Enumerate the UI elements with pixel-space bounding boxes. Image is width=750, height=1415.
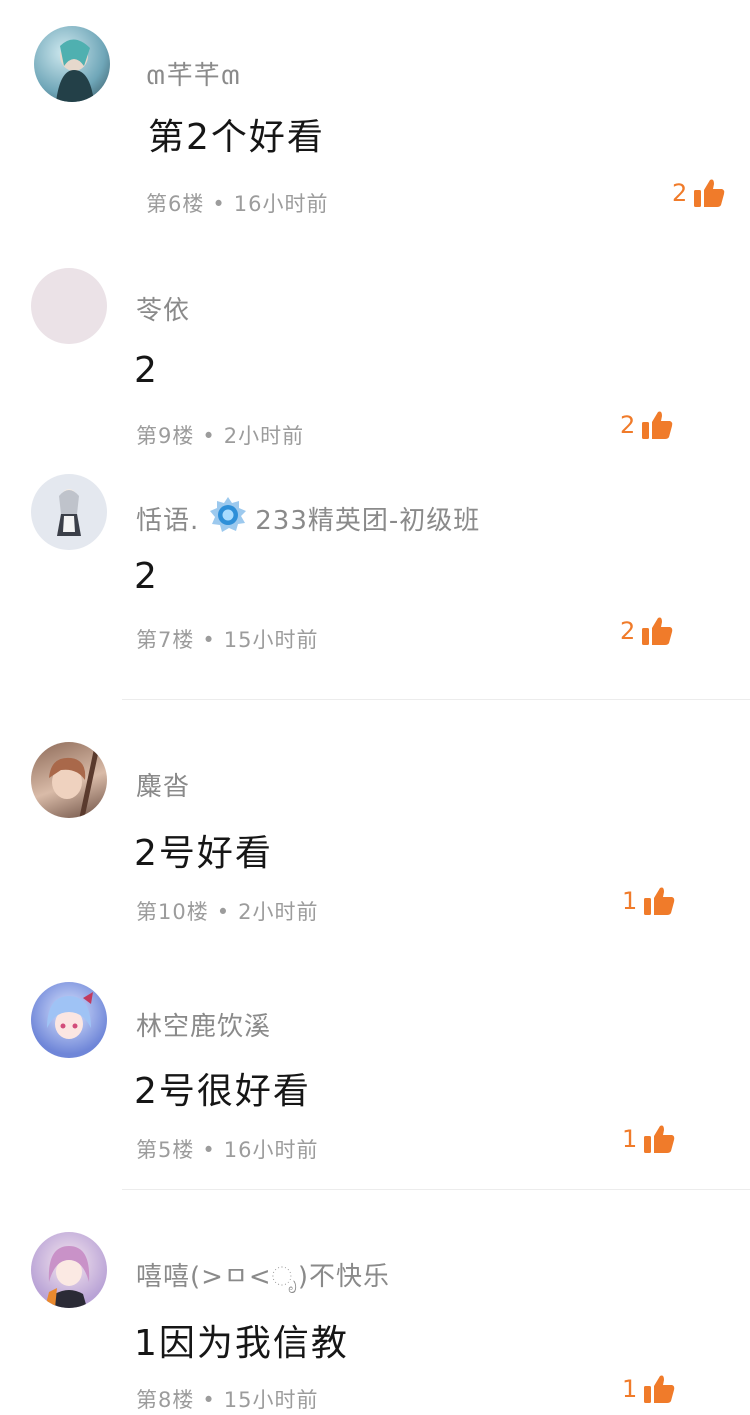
- timestamp: 2小时前: [238, 900, 319, 924]
- separator-dot: •: [216, 900, 231, 924]
- comment-author[interactable]: 麋沓: [136, 766, 190, 803]
- avatar-image: [49, 750, 99, 818]
- timestamp: 15小时前: [223, 628, 319, 652]
- comment-item: 恬语. 233精英团-初级班 2 第7楼 • 15小时前 2: [0, 460, 750, 700]
- comment-text: 2号好看: [134, 833, 273, 874]
- timestamp: 16小时前: [223, 1138, 319, 1162]
- comment-item: 苓依 2 第9楼 • 2小时前 2: [0, 250, 750, 460]
- like-count: 1: [622, 1375, 638, 1403]
- comment-author[interactable]: 嘻嘻(>ㅁ<ೃ)不快乐: [136, 1256, 390, 1293]
- separator-dot: •: [202, 628, 216, 652]
- like-count: 2: [620, 617, 636, 645]
- avatar-image: [56, 39, 94, 102]
- avatar-image: [45, 1246, 90, 1308]
- like-count: 2: [672, 179, 688, 207]
- thumbs-up-icon: [641, 616, 673, 646]
- avatar-image: [47, 992, 93, 1039]
- comment-item: 林空鹿饮溪 2号很好看 第5楼 • 16小时前 1: [0, 950, 750, 1190]
- medal-badge-icon: [209, 496, 247, 541]
- comment-text: 2: [134, 350, 159, 391]
- avatar[interactable]: [31, 268, 107, 344]
- floor-number: 第8楼: [136, 1388, 195, 1412]
- comment-meta: 第9楼 • 2小时前: [136, 420, 304, 450]
- avatar[interactable]: [31, 1232, 107, 1308]
- like-count: 1: [622, 887, 638, 915]
- like-button[interactable]: 1: [622, 1124, 675, 1154]
- avatar[interactable]: [31, 474, 107, 550]
- thumbs-up-icon: [643, 1124, 675, 1154]
- floor-number: 第5楼: [136, 1138, 195, 1162]
- thumbs-up-icon: [641, 410, 673, 440]
- like-count: 2: [620, 411, 636, 439]
- separator-dot: •: [202, 1388, 216, 1412]
- like-count: 1: [622, 1125, 638, 1153]
- comment-text: 第2个好看: [148, 117, 325, 158]
- separator-dot: •: [202, 1138, 216, 1162]
- floor-number: 第10楼: [136, 900, 209, 924]
- comment-meta: 第5楼 • 16小时前: [136, 1134, 319, 1164]
- comment-text: 2: [134, 556, 159, 597]
- comment-meta: 第6楼 • 16小时前: [146, 188, 329, 218]
- floor-number: 第6楼: [146, 192, 205, 216]
- comment-author[interactable]: 苓依: [136, 290, 190, 327]
- author-name: 恬语.: [136, 506, 200, 536]
- comment-item: 嘻嘻(>ㅁ<ೃ)不快乐 1因为我信教 第8楼 • 15小时前 1: [0, 1190, 750, 1415]
- avatar[interactable]: [31, 742, 107, 818]
- avatar-image: [57, 489, 81, 536]
- comment-author[interactable]: 林空鹿饮溪: [136, 1006, 271, 1043]
- comment-text: 2号很好看: [134, 1071, 311, 1112]
- comment-item: ຓ芊芊ຓ 第2个好看 第6楼 • 16小时前 2: [0, 0, 750, 250]
- comment-author[interactable]: 恬语. 233精英团-初级班: [136, 496, 480, 541]
- separator-dot: •: [212, 192, 226, 216]
- comment-author[interactable]: ຓ芊芊ຓ: [146, 54, 241, 97]
- avatar[interactable]: [31, 982, 107, 1058]
- like-button[interactable]: 1: [622, 886, 675, 916]
- like-button[interactable]: 1: [622, 1374, 675, 1404]
- timestamp: 2小时前: [223, 424, 305, 448]
- floor-number: 第7楼: [136, 628, 195, 652]
- thumbs-up-icon: [643, 1374, 675, 1404]
- timestamp: 15小时前: [223, 1388, 319, 1412]
- like-button[interactable]: 2: [620, 616, 673, 646]
- timestamp: 16小时前: [233, 192, 329, 216]
- comment-text: 1因为我信教: [134, 1323, 349, 1364]
- thumbs-up-icon: [693, 178, 725, 208]
- comment-meta: 第8楼 • 15小时前: [136, 1384, 319, 1414]
- like-button[interactable]: 2: [620, 410, 673, 440]
- comment-item: 麋沓 2号好看 第10楼 • 2小时前 1: [0, 700, 750, 950]
- avatar[interactable]: [34, 26, 110, 102]
- thumbs-up-icon: [643, 886, 675, 916]
- separator-dot: •: [202, 424, 216, 448]
- comment-meta: 第7楼 • 15小时前: [136, 624, 319, 654]
- like-button[interactable]: 2: [672, 178, 725, 208]
- author-badge-label: 233精英团-初级班: [255, 506, 481, 536]
- comment-meta: 第10楼 • 2小时前: [136, 896, 319, 926]
- floor-number: 第9楼: [136, 424, 195, 448]
